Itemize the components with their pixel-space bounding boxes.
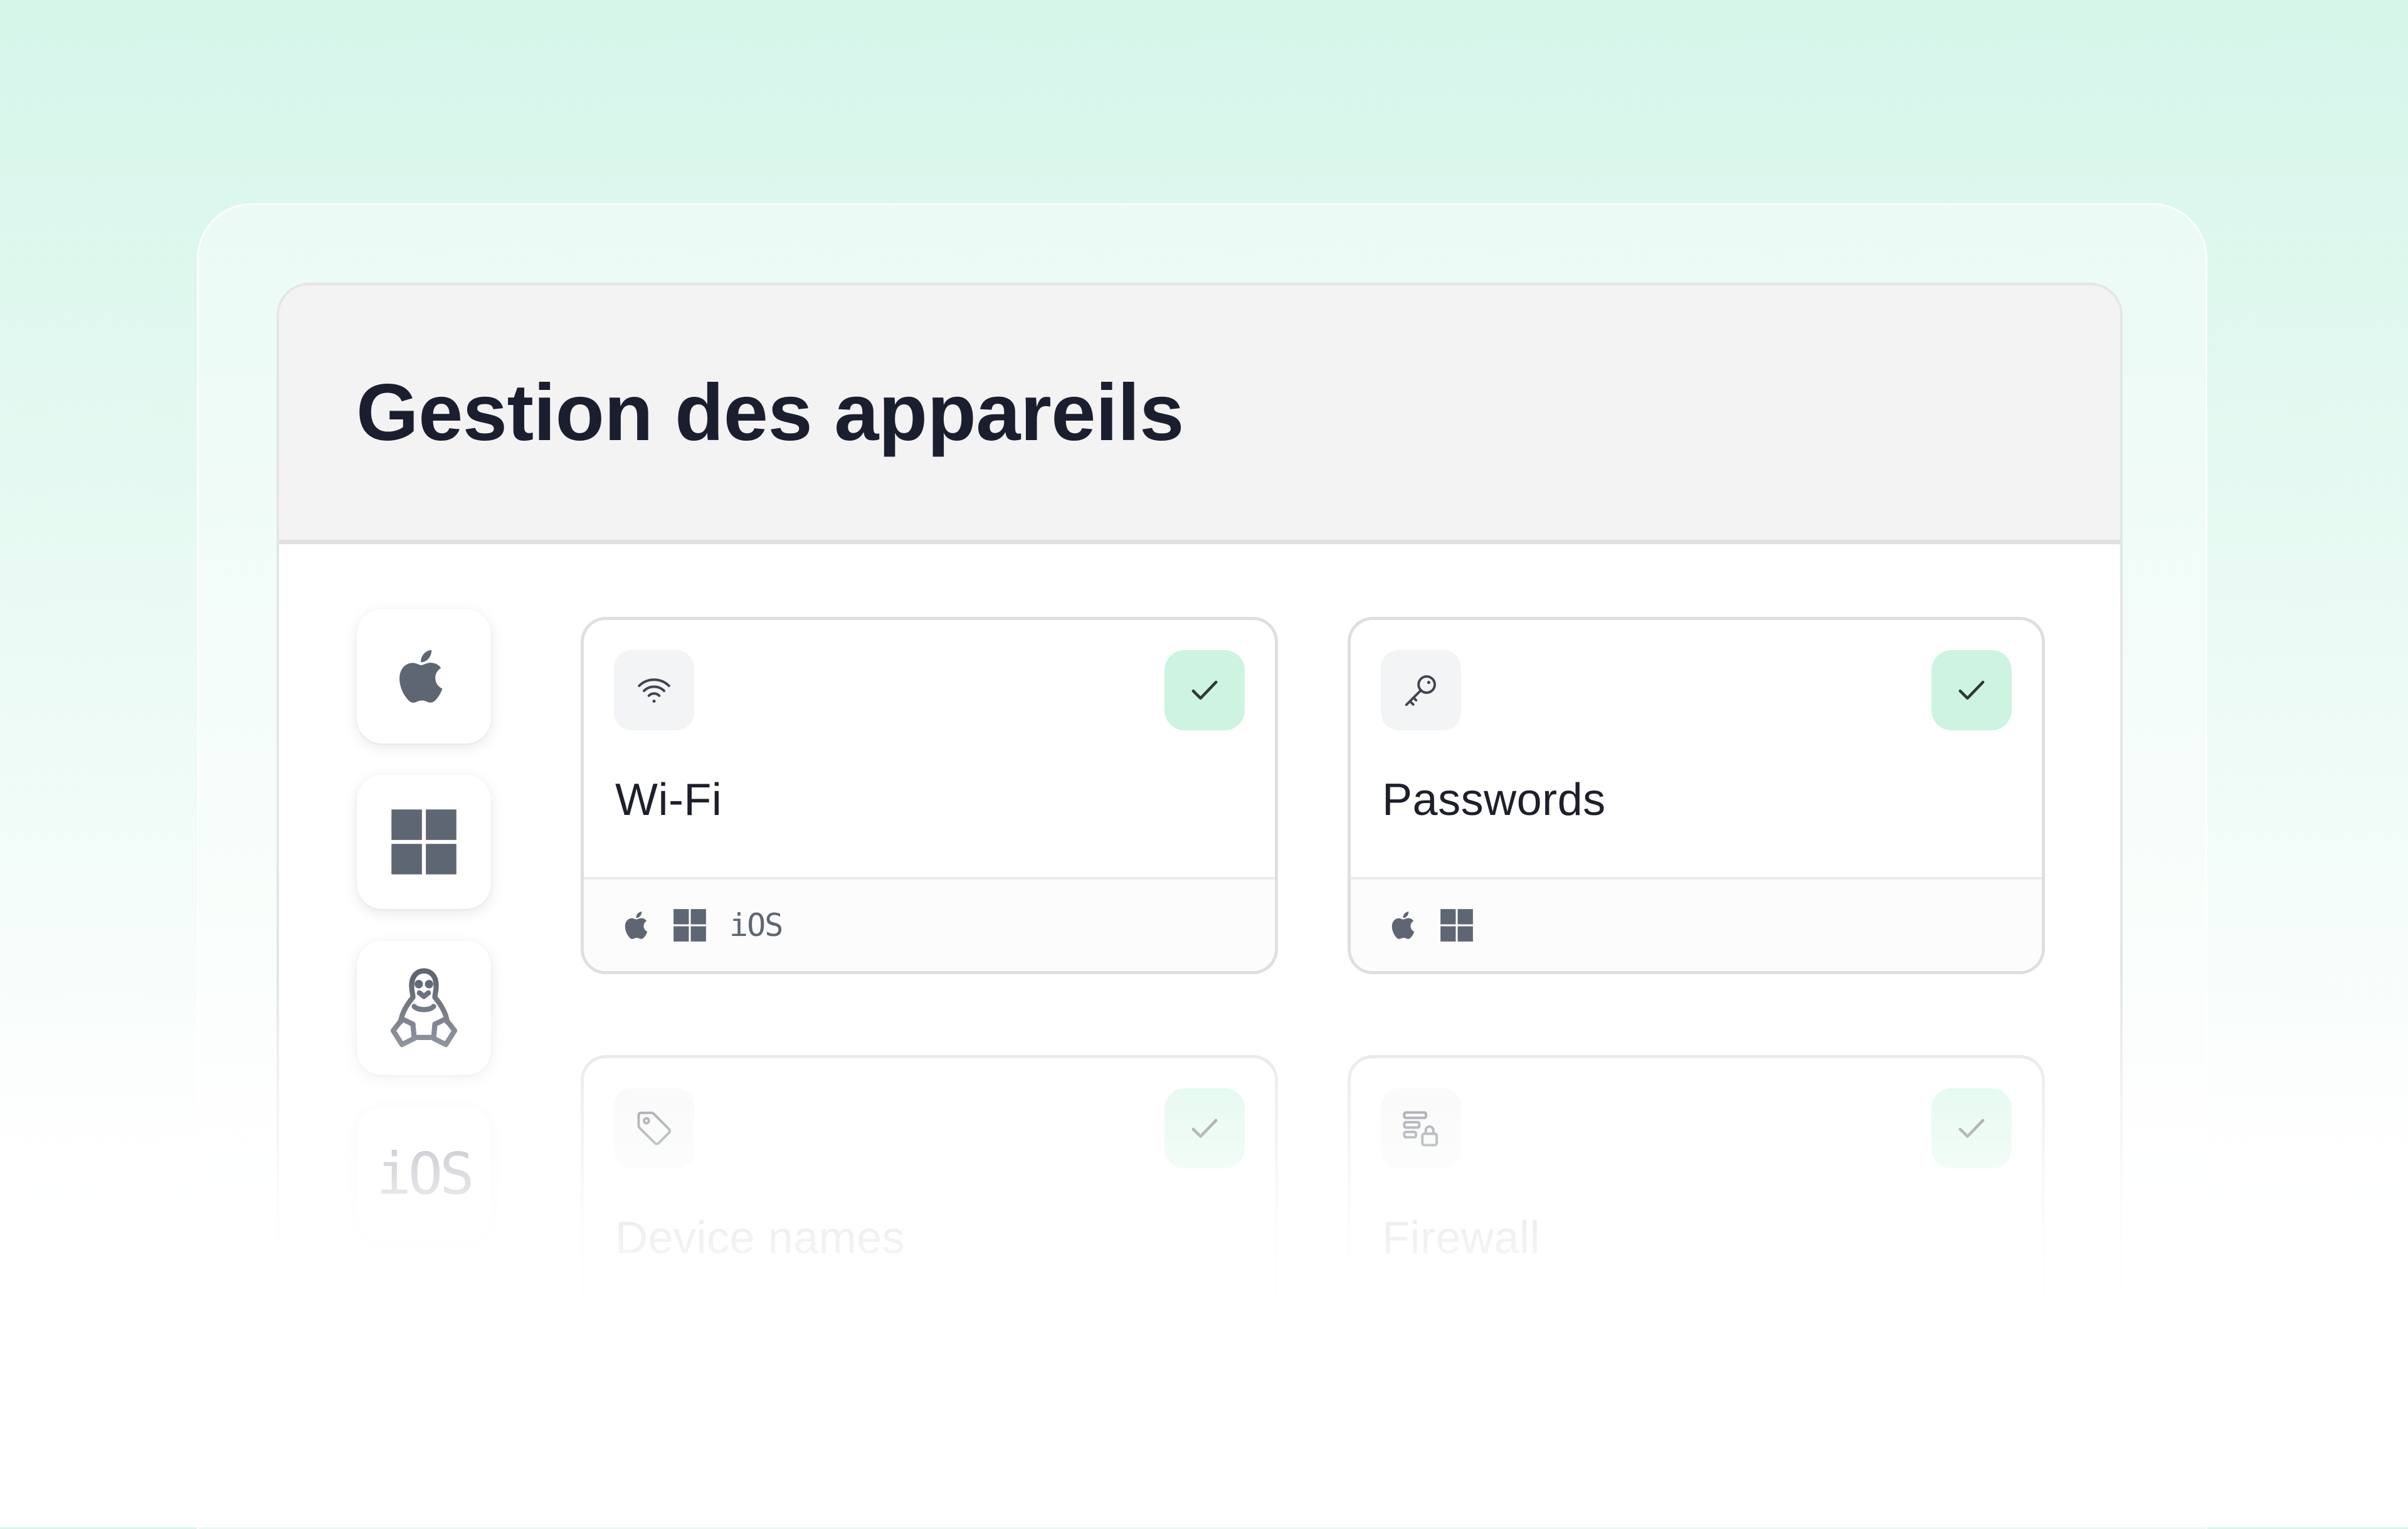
card-icon-box [1381,1088,1461,1169]
card-title: Device names [615,1213,906,1263]
enabled-check-toggle[interactable] [1164,650,1245,730]
apple-icon [399,649,443,703]
platform-list [1351,877,2042,971]
tag-icon [637,1111,671,1145]
ios-icon: iOS [729,907,783,943]
platform-list [1351,1315,2042,1409]
os-filter-ios[interactable]: iOS [357,1106,491,1241]
check-icon [1191,680,1218,700]
enabled-check-toggle[interactable] [1164,1088,1245,1169]
linux-penguin-icon [726,1343,763,1384]
platform-list [584,1315,1275,1409]
enabled-check-toggle[interactable] [1931,1088,2012,1169]
apple-icon [621,907,654,943]
check-icon [1191,1118,1218,1138]
card-icon-box [614,1088,694,1169]
os-filter-windows[interactable] [357,775,491,909]
card-title: Wi-Fi [615,775,722,825]
ios-icon: iOS [376,1140,474,1207]
windows-icon [1440,908,1474,942]
page-title: Gestion des appareils [356,368,1184,458]
card-icon-box [614,650,694,730]
firewall-lock-icon [1403,1111,1439,1147]
linux-penguin-icon [390,968,458,1048]
apple-icon [1388,907,1421,943]
setting-card-wifi[interactable]: Wi-Fi iOS [581,617,1278,974]
platform-list: iOS [584,877,1275,971]
card-icon-box [1381,650,1461,730]
apple-icon [621,1345,654,1382]
wifi-icon [638,678,670,703]
os-filter-linux[interactable] [357,941,491,1075]
key-icon [1405,675,1436,707]
windows-icon [391,809,457,875]
os-filter-apple[interactable] [357,609,491,743]
device-management-panel: Gestion des appareils iOS Wi-Fi iOS Pass… [277,283,2123,1527]
setting-card-passwords[interactable]: Passwords [1348,617,2045,974]
card-title: Firewall [1382,1213,1541,1263]
windows-icon [673,908,707,942]
check-icon [1958,680,1985,700]
check-icon [1958,1118,1985,1138]
setting-card-device-names[interactable]: Device names [581,1055,1278,1412]
setting-card-firewall[interactable]: Firewall [1348,1055,2045,1412]
card-title: Passwords [1382,775,1606,825]
windows-icon [673,1347,707,1380]
enabled-check-toggle[interactable] [1931,650,2012,730]
windows-icon [1388,1347,1422,1380]
panel-header: Gestion des appareils [279,285,2120,544]
